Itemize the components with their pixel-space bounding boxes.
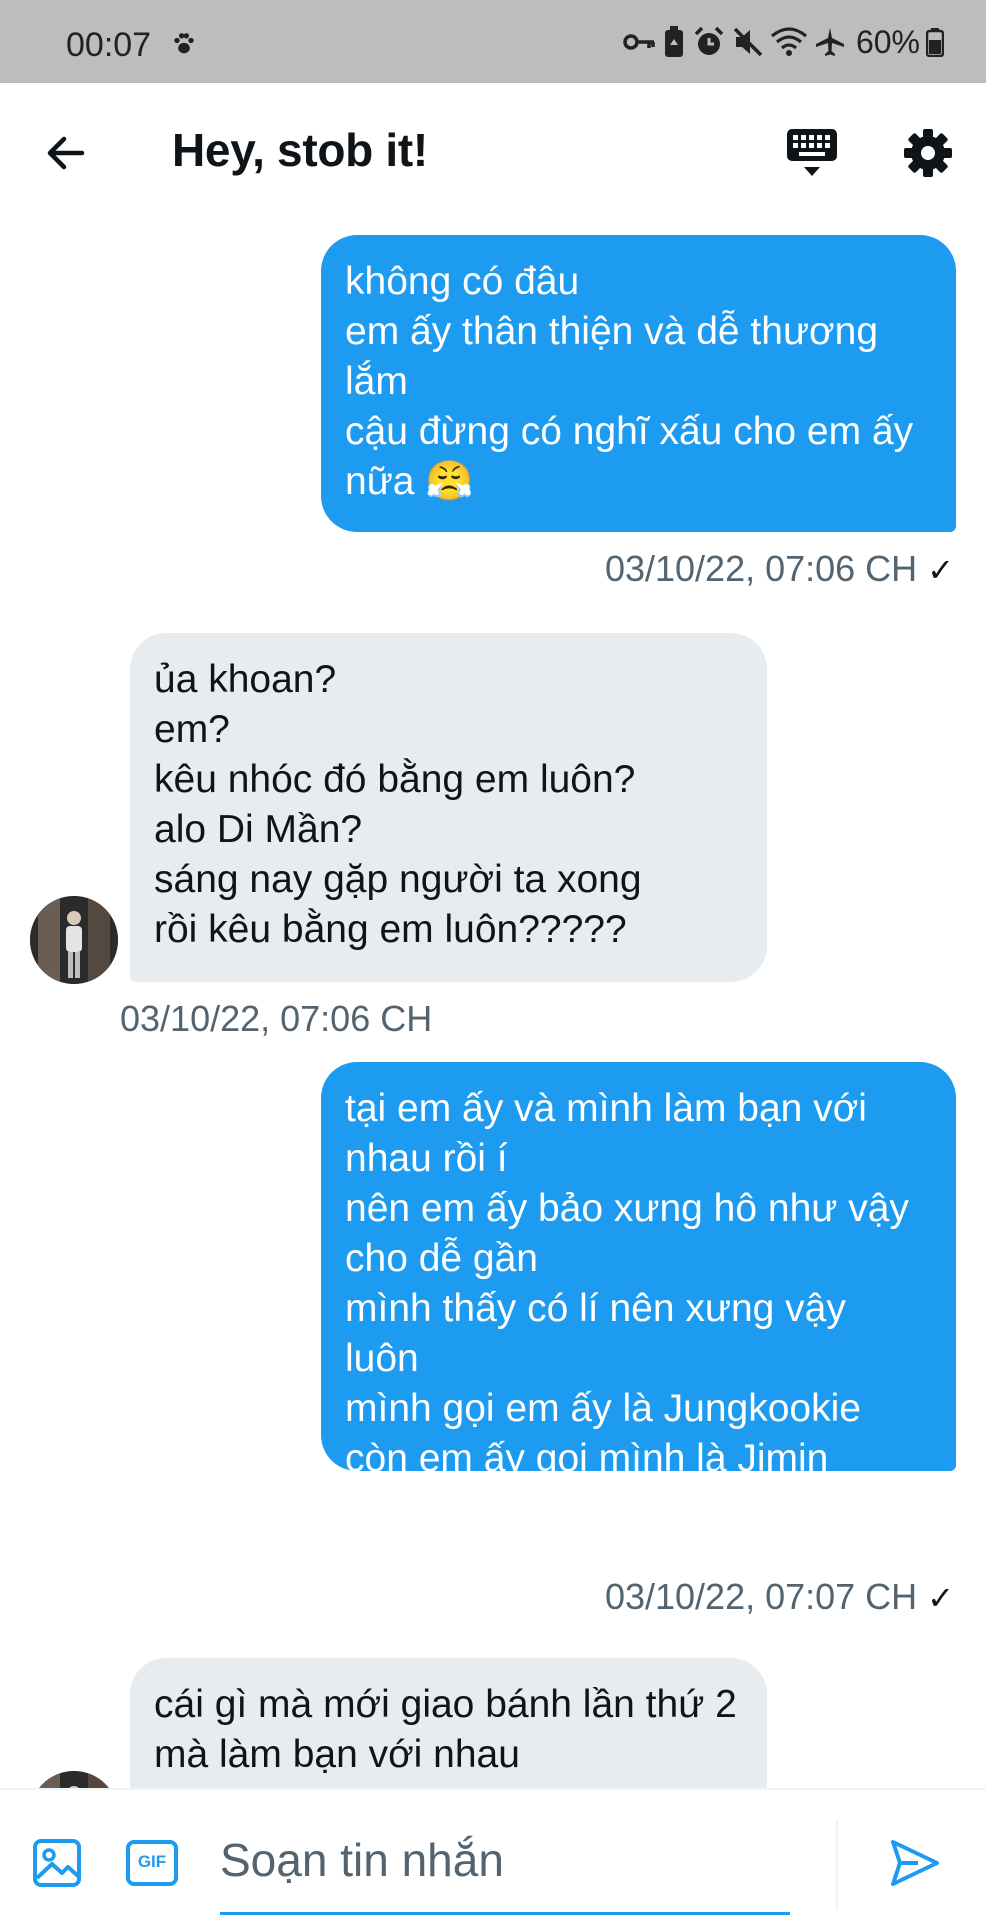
image-icon xyxy=(33,1839,81,1887)
timestamp-text: 03/10/22, 07:06 CH xyxy=(604,548,918,589)
send-icon xyxy=(891,1840,939,1886)
gif-label: GIF xyxy=(137,1852,167,1871)
profile-photo xyxy=(30,1771,118,1788)
sent-check-icon: ✓ xyxy=(927,552,954,588)
message-timestamp: 03/10/22, 07:06 CH ✓ xyxy=(605,548,954,590)
message-composer: GIF xyxy=(0,1788,986,1922)
timestamp-text: 03/10/22, 07:06 CH xyxy=(120,998,433,1039)
avatar[interactable] xyxy=(30,1771,118,1788)
status-bar: 00:07 60% xyxy=(0,0,986,83)
message-bubble-sent[interactable]: không có đâu em ấy thân thiện và dễ thươ… xyxy=(321,235,956,532)
mute-icon xyxy=(732,26,764,58)
conversation-header: Hey, stob it! xyxy=(0,83,986,218)
sent-check-icon: ✓ xyxy=(927,1580,954,1616)
keyboard-icon xyxy=(787,129,837,176)
message-timestamp: 03/10/22, 07:07 CH ✓ xyxy=(605,1576,954,1618)
composer-divider xyxy=(836,1820,838,1910)
timestamp-text: 03/10/22, 07:07 CH xyxy=(604,1576,918,1617)
status-time: 00:07 xyxy=(66,26,152,64)
arrow-left-icon xyxy=(47,136,85,170)
gif-button[interactable]: GIF xyxy=(126,1840,178,1886)
airplane-icon xyxy=(814,26,846,58)
page-title: Hey, stob it! xyxy=(172,124,428,176)
message-bubble-sent[interactable]: tại em ấy và mình làm bạn với nhau rồi í… xyxy=(321,1062,956,1530)
message-input[interactable] xyxy=(220,1820,790,1900)
message-timestamp: 03/10/22, 07:06 CH xyxy=(120,998,432,1040)
settings-button[interactable] xyxy=(902,127,954,179)
battery-percent: 60% xyxy=(855,23,920,60)
profile-photo xyxy=(30,896,118,984)
paw-icon xyxy=(170,30,198,63)
key-icon xyxy=(622,27,656,57)
battery-icon xyxy=(926,27,944,57)
avatar[interactable] xyxy=(30,896,118,984)
input-focus-underline xyxy=(220,1912,790,1915)
gear-icon xyxy=(904,129,952,177)
keyboard-shortcuts-button[interactable] xyxy=(784,125,840,181)
wifi-icon xyxy=(770,26,808,58)
add-media-button[interactable] xyxy=(32,1838,82,1888)
back-button[interactable] xyxy=(42,129,90,177)
send-button[interactable] xyxy=(888,1836,942,1890)
status-icons: 60% xyxy=(622,22,944,62)
message-bubble-received[interactable]: cái gì mà mới giao bánh lần thứ 2 mà làm… xyxy=(130,1658,767,1788)
alarm-icon xyxy=(692,25,726,59)
battery-saver-icon xyxy=(662,25,686,59)
message-bubble-received[interactable]: ủa khoan? em? kêu nhóc đó bằng em luôn? … xyxy=(130,633,767,982)
message-list[interactable]: không có đâu em ấy thân thiện và dễ thươ… xyxy=(0,218,986,1788)
